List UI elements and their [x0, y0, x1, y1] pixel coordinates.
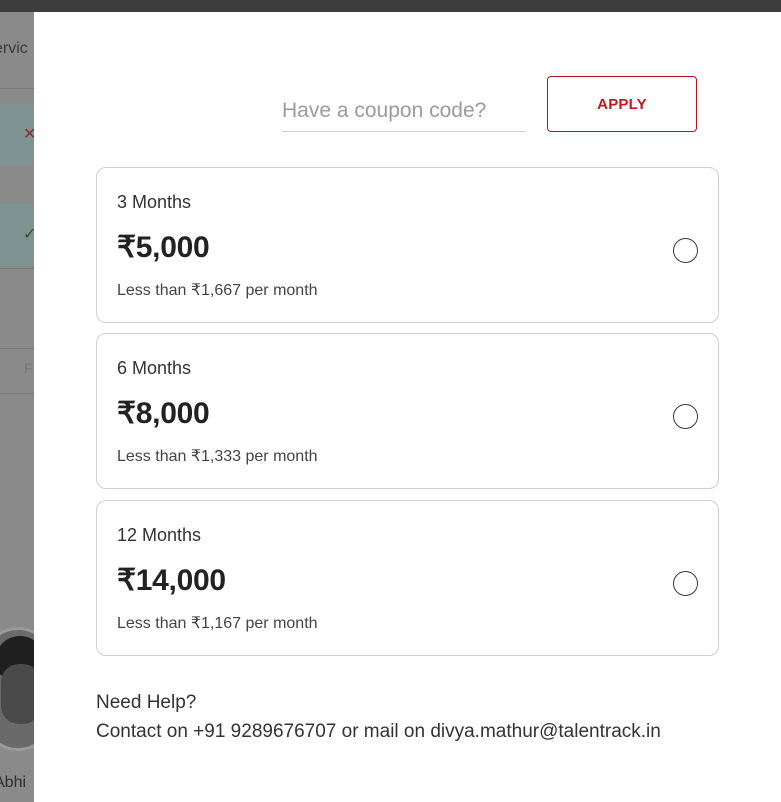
plan-price: ₹14,000 [117, 564, 226, 597]
plan-duration: 12 Months [117, 525, 202, 545]
background-page: ervic ✕ ✓ F Abhi [0, 12, 34, 802]
background-nav-text: ervic [0, 40, 28, 57]
background-divider [0, 348, 34, 349]
avatar-face [1, 664, 34, 724]
plan-duration: 3 Months [117, 192, 192, 212]
help-section: Need Help? Contact on +91 9289676707 or … [96, 688, 661, 746]
help-title: Need Help? [96, 692, 197, 713]
subscription-modal: APPLY 3 Months ₹5,000 Less than ₹1,667 p… [34, 12, 781, 802]
apply-coupon-button[interactable]: APPLY [547, 76, 697, 132]
plan-radio-button[interactable] [673, 571, 698, 596]
plan-duration: 6 Months [117, 358, 192, 378]
plan-monthly-note: Less than ₹1,333 per month [117, 448, 318, 465]
background-divider [0, 88, 34, 89]
plan-monthly-note: Less than ₹1,167 per month [117, 615, 318, 632]
background-row: ✕ [0, 104, 34, 166]
background-person-name: Abhi [0, 774, 27, 791]
background-divider [0, 268, 34, 269]
plan-radio-button[interactable] [673, 238, 698, 263]
plan-option-3-months[interactable]: 3 Months ₹5,000 Less than ₹1,667 per mon… [96, 167, 719, 323]
background-row: ✓ [0, 204, 34, 266]
plan-option-12-months[interactable]: 12 Months ₹14,000 Less than ₹1,167 per m… [96, 500, 719, 656]
coupon-code-input[interactable] [282, 90, 525, 132]
check-icon: ✓ [23, 226, 34, 243]
help-contact: Contact on +91 9289676707 or mail on div… [96, 721, 661, 742]
plan-radio-button[interactable] [673, 404, 698, 429]
close-icon: ✕ [23, 126, 34, 143]
background-divider [0, 393, 34, 394]
top-bar [0, 0, 781, 12]
avatar [0, 627, 34, 751]
plan-monthly-note: Less than ₹1,667 per month [117, 282, 318, 299]
plan-price: ₹8,000 [117, 397, 210, 430]
plan-price: ₹5,000 [117, 231, 210, 264]
plan-option-6-months[interactable]: 6 Months ₹8,000 Less than ₹1,333 per mon… [96, 333, 719, 489]
background-faint-text: F [24, 360, 33, 376]
